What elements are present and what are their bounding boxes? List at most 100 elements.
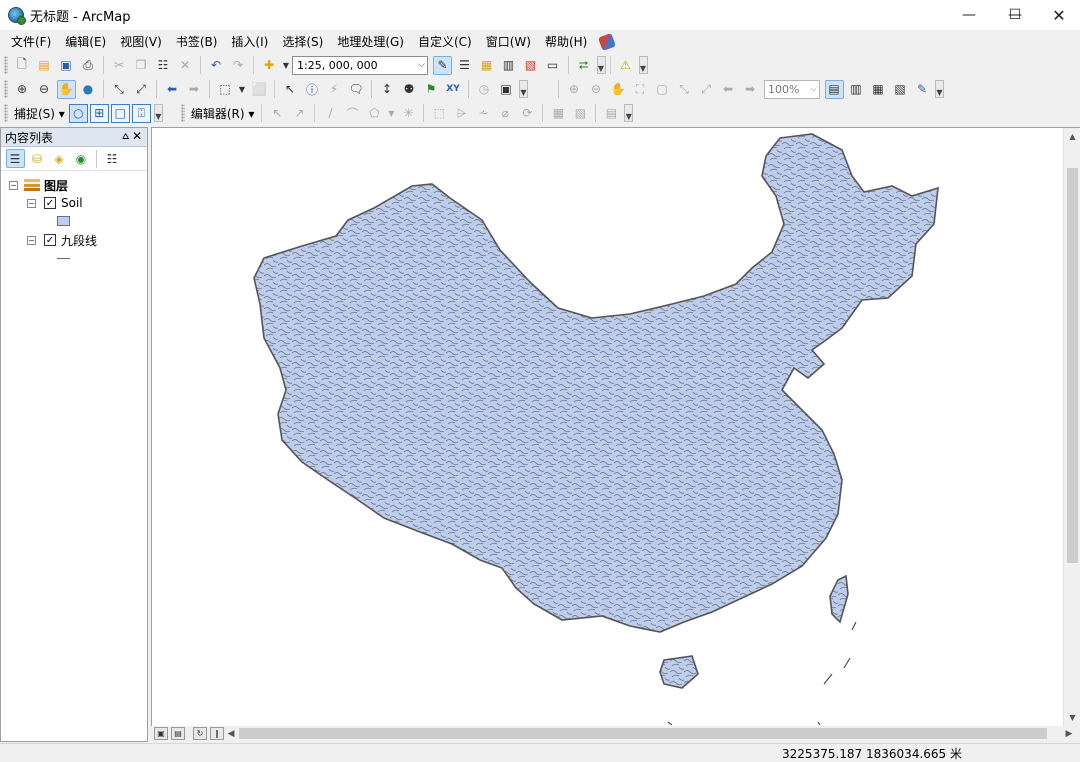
select-elements-arrow-icon[interactable]: ↖	[281, 80, 300, 99]
focus-data-frame-icon[interactable]: ▥	[847, 80, 866, 99]
undo-icon[interactable]: ↶	[207, 56, 226, 75]
fixed-zoom-out-layout-icon[interactable]: ⤢	[697, 80, 716, 99]
layer-row-soil[interactable]: − ✓ Soil	[27, 195, 83, 211]
scroll-up-icon[interactable]: ▲	[1064, 128, 1080, 145]
zoom-in-icon[interactable]: ⊕	[13, 80, 32, 99]
fixed-zoom-in-layout-icon[interactable]: ⤡	[675, 80, 694, 99]
edge-snapping-icon[interactable]: ⍠	[131, 103, 151, 123]
end-point-arc-icon[interactable]: ⌒	[343, 104, 362, 123]
toolbar-options-icon[interactable]: ▼	[596, 56, 606, 74]
pin-icon[interactable]: ⩟	[122, 129, 129, 143]
layout-zoom-in-icon[interactable]: ⊕	[565, 80, 584, 99]
edit-vertices-icon[interactable]: ⬚	[430, 104, 449, 123]
soil-polygons[interactable]	[253, 133, 939, 633]
pen-draw-icon[interactable]: ✎	[913, 80, 932, 99]
vertex-snapping-icon[interactable]: □	[110, 103, 130, 123]
menu-file[interactable]: 文件(F)	[4, 33, 58, 50]
layout-zoom-combobox[interactable]: 100% ⌵	[764, 79, 820, 99]
point-snapping-icon[interactable]: ○	[68, 103, 88, 123]
print-icon[interactable]: ⎙	[79, 56, 98, 75]
create-features-icon[interactable]: ▤	[602, 104, 621, 123]
layers-root-row[interactable]: − 图层	[9, 177, 68, 193]
trace-icon[interactable]: ⬠	[365, 104, 384, 123]
menu-selection[interactable]: 选择(S)	[275, 33, 330, 50]
scroll-right-icon[interactable]: ▶	[1062, 729, 1076, 739]
back-arrow-icon[interactable]: ⬅	[163, 80, 182, 99]
toolbar-options-icon[interactable]: ▼	[935, 80, 944, 98]
chevron-down-icon[interactable]: ⌵	[418, 57, 425, 74]
data-view-icon[interactable]: ▣	[154, 727, 168, 740]
cut-polygons-icon[interactable]: ⩪	[474, 104, 493, 123]
find-route-icon[interactable]: ⚑	[422, 80, 441, 99]
warning-icon[interactable]: ⚠	[616, 56, 635, 75]
menu-view[interactable]: 视图(V)	[113, 33, 169, 50]
snapping-menu[interactable]: 捕捉(S) ▾	[11, 105, 68, 122]
list-by-visibility-icon[interactable]: ◈	[50, 149, 69, 168]
new-document-icon[interactable]: 🗋	[13, 56, 32, 75]
straight-segment-icon[interactable]: ∕	[321, 104, 340, 123]
cut-icon[interactable]: ✂	[110, 56, 129, 75]
hainan-polygon[interactable]	[659, 655, 699, 689]
change-layout-icon[interactable]: ▦	[869, 80, 888, 99]
list-by-selection-icon[interactable]: ◉	[72, 149, 91, 168]
toggle-draft-mode-icon[interactable]: ▤	[824, 79, 844, 99]
point-dropdown-icon[interactable]: ▼	[387, 104, 396, 123]
fixed-zoom-out-icon[interactable]: ⤢	[132, 80, 151, 99]
chevron-down-icon[interactable]: ⌵	[810, 84, 817, 94]
rotate-tool-icon[interactable]: ⟳	[518, 104, 537, 123]
horizontal-scroll-thumb[interactable]	[239, 728, 1047, 739]
add-data-icon[interactable]: ✚	[260, 56, 279, 75]
vertical-scrollbar[interactable]: ▲ ▼	[1063, 128, 1080, 726]
add-data-dropdown-icon[interactable]: ▼	[282, 56, 291, 75]
layout-zoom-out-icon[interactable]: ⊖	[587, 80, 606, 99]
minimize-button[interactable]: —	[946, 0, 992, 30]
collapse-icon[interactable]: −	[27, 198, 36, 208]
fixed-zoom-in-icon[interactable]: ⤡	[110, 80, 129, 99]
zoom-whole-page-icon[interactable]: ⛶	[631, 80, 650, 99]
layer-visibility-checkbox[interactable]: ✓	[44, 234, 56, 246]
close-icon[interactable]: ✕	[132, 129, 142, 143]
search-window-icon[interactable]: ▥	[499, 56, 518, 75]
sketch-properties-icon[interactable]: ▧	[571, 104, 590, 123]
select-dropdown-icon[interactable]: ▼	[238, 80, 247, 99]
menu-bookmarks[interactable]: 书签(B)	[169, 33, 225, 50]
reshape-feature-icon[interactable]: ⩥	[452, 104, 471, 123]
collapse-icon[interactable]: −	[27, 235, 36, 245]
collapse-icon[interactable]: −	[9, 180, 18, 190]
map-display[interactable]	[151, 127, 1080, 741]
modelbuilder-icon[interactable]: ⮂	[574, 56, 593, 75]
taiwan-polygon[interactable]	[829, 574, 849, 624]
time-slider-icon[interactable]: ◷	[475, 80, 494, 99]
zoom-100-percent-icon[interactable]: ▢	[653, 80, 672, 99]
find-binoculars-icon[interactable]: ⚉	[400, 80, 419, 99]
list-by-source-icon[interactable]: ⛁	[28, 149, 47, 168]
end-snapping-icon[interactable]: ⊞	[89, 103, 109, 123]
refresh-icon[interactable]: ↻	[193, 727, 207, 740]
toolbar-grip[interactable]	[180, 104, 185, 122]
polygon-symbol-swatch[interactable]	[57, 216, 70, 226]
forward-arrow-icon[interactable]: ➡	[185, 80, 204, 99]
layout-pan-icon[interactable]: ✋	[609, 80, 628, 99]
html-popup-icon[interactable]: 🗨	[347, 80, 366, 99]
python-window-icon[interactable]: ▭	[543, 56, 562, 75]
layer-visibility-checkbox[interactable]: ✓	[44, 197, 56, 209]
edit-tool-icon[interactable]: ↖	[268, 104, 287, 123]
menu-insert[interactable]: 插入(I)	[224, 33, 275, 50]
toolbar-options-icon[interactable]: ▼	[638, 56, 648, 74]
redo-icon[interactable]: ↷	[229, 56, 248, 75]
save-icon[interactable]: ▣	[57, 56, 76, 75]
go-forward-extent-icon[interactable]: ➡	[741, 80, 760, 99]
options-icon[interactable]: ☷	[103, 149, 122, 168]
full-extent-globe-icon[interactable]: ●	[79, 80, 98, 99]
go-back-extent-icon[interactable]: ⬅	[719, 80, 738, 99]
menu-edit[interactable]: 编辑(E)	[58, 33, 113, 50]
toolbar-options-icon[interactable]: ▼	[519, 80, 528, 98]
data-driven-pages-icon[interactable]: ▧	[891, 80, 910, 99]
delete-icon[interactable]: ✕	[176, 56, 195, 75]
go-to-xy-icon[interactable]: XY	[444, 80, 463, 99]
attributes-icon[interactable]: ▦	[549, 104, 568, 123]
line-symbol-row[interactable]	[57, 250, 70, 266]
scroll-down-icon[interactable]: ▼	[1064, 709, 1080, 726]
zoom-out-icon[interactable]: ⊖	[35, 80, 54, 99]
create-viewer-window-icon[interactable]: ▣	[497, 80, 516, 99]
